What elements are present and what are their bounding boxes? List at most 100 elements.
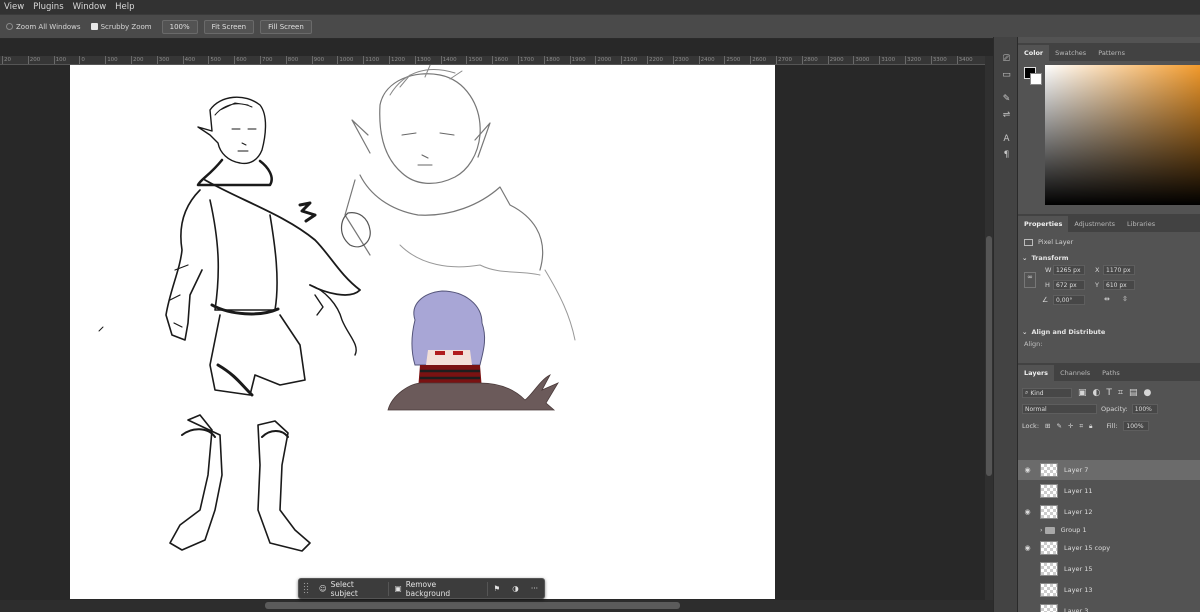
ruler-tick-label: 500 (208, 56, 221, 64)
shape-filter-icon[interactable]: ⌗ (1118, 388, 1123, 398)
flip-vertical-icon[interactable]: ⇳ (1122, 295, 1128, 303)
lock-transparent-icon[interactable]: ⊞ (1045, 422, 1050, 430)
angle-field[interactable]: 0,00° (1053, 295, 1085, 305)
transform-title: Transform (1031, 254, 1069, 262)
type-filter-icon[interactable]: T (1106, 388, 1112, 398)
zoom-percent-button[interactable]: 100% (161, 19, 198, 34)
x-field[interactable]: 1170 px (1103, 265, 1135, 275)
layer-row[interactable]: ◉ Layer 13 (1018, 580, 1200, 600)
zoom-all-windows-checkbox[interactable]: Zoom All Windows (6, 23, 81, 31)
brush-settings-icon[interactable]: ✎ (1000, 92, 1013, 105)
layer-type-row: Pixel Layer (1024, 238, 1200, 246)
layer-name: Layer 13 (1064, 586, 1093, 594)
fill-field[interactable]: 100% (1123, 421, 1150, 431)
comment-icon[interactable]: ▭ (1000, 68, 1013, 81)
visibility-eye-icon[interactable]: ◉ (1023, 586, 1032, 594)
transform-header[interactable]: ⌄ Transform (1022, 254, 1200, 262)
link-icon[interactable]: ∞ (1024, 272, 1036, 288)
layers-panel: Layers Channels Paths ⌕ Kind ▣ ◐ T ⌗ ▤ ●… (1018, 363, 1200, 612)
layer-name: Layer 7 (1064, 466, 1089, 474)
width-field[interactable]: 1265 px (1053, 265, 1085, 275)
more-options-button[interactable]: ··· (525, 579, 544, 598)
adjustment-filter-icon[interactable]: ◐ (1093, 388, 1101, 398)
tab-swatches[interactable]: Swatches (1049, 45, 1092, 61)
fill-screen-button[interactable]: Fill Screen (260, 19, 312, 34)
tab-properties[interactable]: Properties (1018, 216, 1069, 232)
chevron-down-icon: ⌄ (1022, 254, 1028, 262)
visibility-eye-icon[interactable]: ◉ (1023, 526, 1032, 534)
tab-patterns[interactable]: Patterns (1092, 45, 1131, 61)
tab-libraries[interactable]: Libraries (1121, 216, 1161, 232)
filter-toggle-icon[interactable]: ● (1143, 388, 1151, 398)
layer-thumbnail (1040, 583, 1058, 597)
ruler-tick-label: 3100 (879, 56, 896, 64)
menu-view[interactable]: View (4, 2, 24, 12)
ruler-tick-label: 1800 (543, 56, 560, 64)
blend-mode-select[interactable]: Normal (1022, 404, 1097, 414)
adjustments-icon[interactable]: ⇌ (1000, 108, 1013, 121)
visibility-eye-icon[interactable]: ◉ (1023, 565, 1032, 573)
drag-handle-icon[interactable] (303, 582, 309, 595)
layer-row[interactable]: ◉ Layer 3 (1018, 601, 1200, 612)
document-canvas[interactable] (70, 65, 775, 599)
tab-channels[interactable]: Channels (1054, 365, 1096, 381)
scrubby-zoom-checkbox[interactable]: Scrubby Zoom (90, 23, 152, 31)
paragraph-icon[interactable]: ¶ (1000, 148, 1013, 161)
opacity-field[interactable]: 100% (1131, 404, 1158, 414)
smart-object-filter-icon[interactable]: ▤ (1129, 388, 1138, 398)
fit-screen-button[interactable]: Fit Screen (203, 19, 255, 34)
lock-all-icon[interactable]: 🔒︎ (1089, 422, 1092, 431)
layer-row[interactable]: ◉ Layer 15 (1018, 559, 1200, 579)
properties-panel: Properties Adjustments Libraries Pixel L… (1018, 214, 1200, 364)
height-field[interactable]: 672 px (1053, 280, 1085, 290)
layer-row[interactable]: ◉ › Group 1 (1018, 522, 1200, 538)
select-subject-button[interactable]: ☺ Select subject (313, 579, 388, 598)
layer-row[interactable]: ◉ Layer 11 (1018, 481, 1200, 501)
contextual-task-bar: ☺ Select subject ▣ Remove background ⚑ ◑… (298, 578, 545, 599)
lock-image-icon[interactable]: ✎ (1056, 422, 1061, 430)
layer-name: Layer 15 (1064, 565, 1093, 573)
visibility-eye-icon[interactable]: ◉ (1023, 607, 1032, 612)
layer-thumbnail (1040, 505, 1058, 519)
pixel-filter-icon[interactable]: ▣ (1078, 388, 1087, 398)
image-icon: ▣ (394, 584, 402, 593)
tab-layers[interactable]: Layers (1018, 365, 1055, 381)
adjust-button[interactable]: ◑ (506, 579, 525, 598)
align-title: Align and Distribute (1031, 328, 1106, 336)
lock-position-icon[interactable]: ✛ (1068, 422, 1073, 430)
layer-row[interactable]: ◉ Layer 7 (1018, 460, 1200, 480)
visibility-eye-icon[interactable]: ◉ (1023, 544, 1032, 552)
y-field[interactable]: 610 px (1103, 280, 1135, 290)
tab-paths[interactable]: Paths (1096, 365, 1126, 381)
flag-button[interactable]: ⚑ (488, 579, 507, 598)
canvas-workspace[interactable] (0, 65, 985, 599)
layer-row[interactable]: ◉ Layer 12 (1018, 502, 1200, 522)
vertical-scroll-thumb[interactable] (986, 236, 992, 476)
history-icon[interactable]: ⎚ (1000, 52, 1013, 65)
menu-help[interactable]: Help (115, 2, 134, 12)
tab-color[interactable]: Color (1018, 45, 1050, 61)
lock-row: Lock: ⊞ ✎ ✛ ⌗ 🔒︎ Fill: 100% (1022, 421, 1150, 431)
menu-window[interactable]: Window (73, 2, 107, 12)
lock-artboard-icon[interactable]: ⌗ (1079, 422, 1083, 431)
flip-horizontal-icon[interactable]: ⇹ (1104, 295, 1110, 303)
visibility-eye-icon[interactable]: ◉ (1023, 487, 1032, 495)
horizontal-scrollbar[interactable] (0, 600, 993, 612)
visibility-eye-icon[interactable]: ◉ (1023, 466, 1032, 474)
chevron-right-icon[interactable]: › (1040, 526, 1043, 534)
menu-plugins[interactable]: Plugins (33, 2, 63, 12)
background-color-swatch[interactable] (1030, 73, 1042, 85)
color-picker-field[interactable] (1045, 65, 1200, 205)
layer-row[interactable]: ◉ Layer 15 copy (1018, 538, 1200, 558)
ruler-tick-label: 2100 (621, 56, 638, 64)
horizontal-scroll-thumb[interactable] (265, 602, 680, 609)
remove-background-button[interactable]: ▣ Remove background (389, 579, 487, 598)
vertical-scrollbar[interactable] (985, 56, 993, 602)
w-label: W (1045, 266, 1052, 274)
tab-adjustments[interactable]: Adjustments (1068, 216, 1121, 232)
character-icon[interactable]: A (1000, 132, 1013, 145)
kind-filter-select[interactable]: ⌕ Kind (1022, 388, 1072, 398)
ruler-tick-label: 2700 (776, 56, 792, 64)
visibility-eye-icon[interactable]: ◉ (1023, 508, 1032, 516)
align-distribute-header[interactable]: ⌄ Align and Distribute (1022, 328, 1200, 336)
